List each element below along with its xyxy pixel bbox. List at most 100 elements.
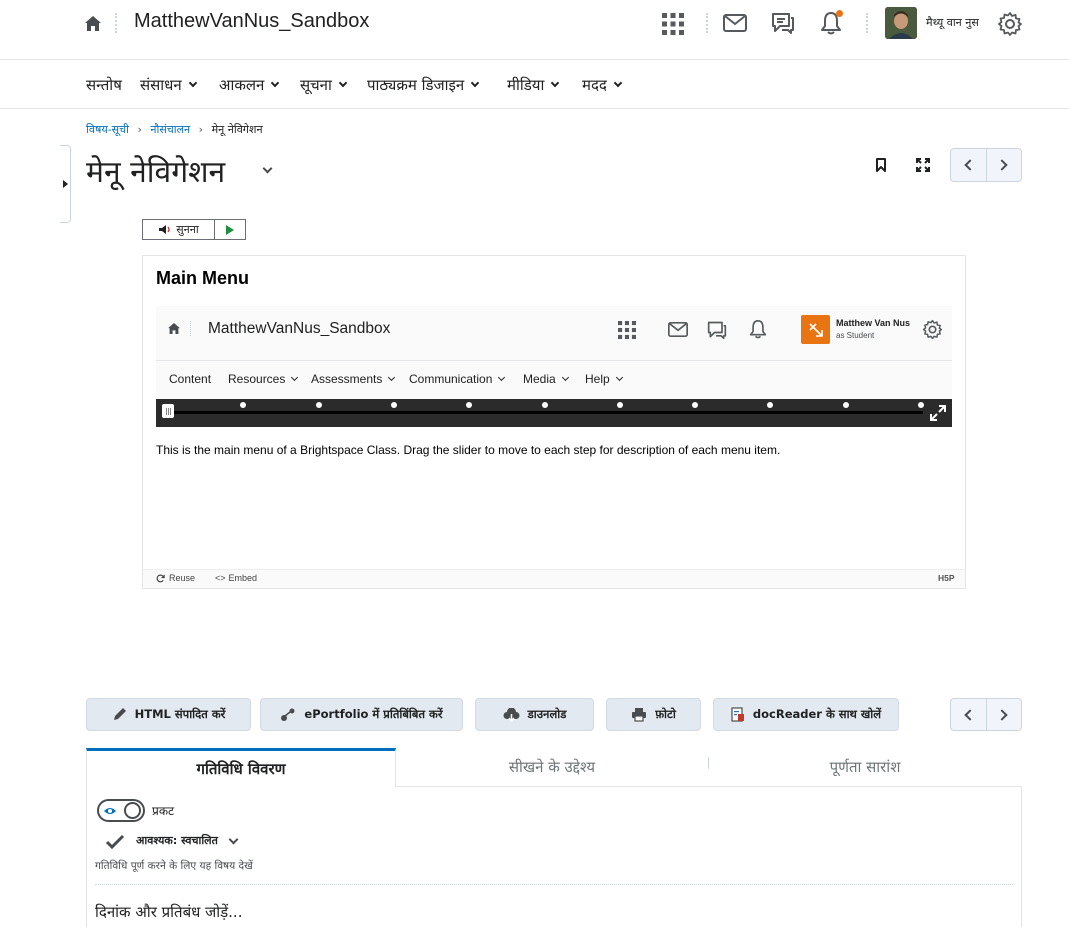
chevron-left-icon: [964, 708, 976, 721]
fullscreen-icon[interactable]: [913, 155, 933, 175]
reuse-button[interactable]: Reuse: [156, 573, 195, 583]
nav-label: मदद: [582, 76, 607, 94]
docreader-icon: [731, 707, 744, 722]
tab-label: गतिविधि विवरण: [196, 760, 286, 778]
h5p-description: This is the main menu of a Brightspace C…: [156, 443, 781, 457]
bell-icon[interactable]: [818, 10, 844, 36]
add-dates-restrictions-link[interactable]: दिनांक और प्रतिबंध जोड़ें...: [95, 902, 242, 922]
tab-learning-objectives[interactable]: सीखने के उद्देश्य: [396, 748, 708, 786]
divider: [115, 13, 117, 33]
inner-nav-label: Help: [585, 372, 610, 386]
nav-label: सन्तोष: [86, 76, 122, 94]
inner-nav-resources: Resources: [228, 372, 299, 386]
chevron-down-icon: [388, 373, 396, 382]
mail-icon[interactable]: [722, 12, 748, 34]
tab-activity-details[interactable]: गतिविधि विवरण: [86, 748, 396, 787]
side-panel-toggle[interactable]: [60, 145, 71, 223]
nav-item-help[interactable]: मदद: [582, 75, 623, 95]
slider-step-dot[interactable]: [541, 402, 548, 408]
course-nav-bar: सन्तोष संसाधन आकलन सूचना पाठ्यक्रम डिजाइ…: [0, 60, 1069, 109]
gear-icon[interactable]: [996, 10, 1024, 38]
title-menu-chevron-icon[interactable]: [262, 163, 274, 175]
embed-button[interactable]: <> Embed: [215, 573, 257, 583]
tab-label: पूर्णता सारांश: [829, 758, 901, 776]
nav-item-assessments[interactable]: आकलन: [219, 75, 280, 95]
checkmark-icon: [104, 833, 126, 851]
completion-requirement-dropdown[interactable]: आवश्यक: स्वचालित: [136, 833, 239, 848]
user-name[interactable]: मैथ्यू वान नुस: [926, 15, 979, 30]
breadcrumb-link[interactable]: नौसंचालन: [150, 123, 190, 136]
reflect-eportfolio-label: ePortfolio में प्रतिबिंबित करें: [304, 707, 443, 721]
nav-item-communication[interactable]: सूचना: [300, 75, 348, 95]
nav-item-media[interactable]: मीडिया: [507, 75, 560, 95]
h5p-logo[interactable]: H5P: [938, 573, 955, 583]
chevron-down-icon: [271, 78, 280, 88]
apps-grid-icon: [617, 320, 637, 340]
breadcrumb-separator: ›: [137, 123, 142, 136]
chevron-right-icon: [996, 159, 1008, 171]
slider-step-dot[interactable]: [390, 402, 397, 408]
step-slider[interactable]: [156, 399, 952, 427]
slider-step-dot[interactable]: [315, 402, 322, 408]
inner-nav-assessments: Assessments: [311, 372, 396, 386]
open-docreader-button[interactable]: docReader के साथ खोलें: [713, 698, 899, 731]
printer-icon: [632, 708, 647, 722]
chat-icon[interactable]: [770, 10, 796, 36]
nav-label: मीडिया: [507, 76, 545, 94]
chevron-left-icon: [964, 159, 976, 171]
visibility-label: प्रकट: [152, 804, 175, 818]
embed-label: Embed: [228, 573, 258, 583]
slider-handle[interactable]: [162, 404, 174, 418]
previous-topic-button[interactable]: [951, 699, 986, 730]
speaker-icon: [159, 225, 170, 234]
inner-nav-communication: Communication: [409, 372, 506, 386]
play-button[interactable]: [215, 220, 245, 239]
slider-step-dot[interactable]: [918, 402, 924, 408]
nav-item-course-design[interactable]: पाठ्यक्रम डिजाइन: [367, 75, 480, 95]
nav-item-resources[interactable]: संसाधन: [140, 75, 197, 95]
print-label: फ़ोटो: [655, 707, 676, 721]
chevron-down-icon: [188, 78, 197, 88]
slider-step-dot[interactable]: [842, 402, 849, 408]
code-icon: <>: [215, 573, 226, 583]
eye-icon: [104, 808, 116, 814]
inner-nav-label: Resources: [228, 372, 286, 386]
apps-grid-icon[interactable]: [661, 12, 685, 36]
listen-button[interactable]: सुनना: [143, 220, 215, 239]
print-button[interactable]: फ़ोटो: [606, 698, 701, 731]
chevron-down-icon: [291, 373, 299, 382]
avatar[interactable]: [885, 7, 917, 39]
download-button[interactable]: डाउनलोड: [475, 698, 594, 731]
visibility-toggle[interactable]: [97, 799, 145, 822]
breadcrumb-link[interactable]: विषय-सूची: [86, 123, 129, 136]
tab-completion-summary[interactable]: पूर्णता सारांश: [709, 748, 1021, 786]
reflect-eportfolio-button[interactable]: ePortfolio में प्रतिबिंबित करें: [260, 698, 463, 731]
listen-label: सुनना: [176, 223, 199, 236]
chevron-down-icon: [551, 78, 560, 88]
nav-label: संसाधन: [140, 76, 182, 94]
slider-track: [168, 411, 923, 414]
completion-hint: गतिविधि पूर्ण करने के लिए यह विषय देखें: [95, 860, 253, 872]
next-topic-button[interactable]: [985, 149, 1022, 181]
expand-icon[interactable]: [928, 403, 948, 423]
inner-nav-content: Content: [169, 372, 211, 386]
edit-html-button[interactable]: HTML संपादित करें: [86, 698, 251, 731]
course-title[interactable]: MatthewVanNus_Sandbox: [134, 10, 369, 33]
nav-label: आकलन: [219, 76, 265, 94]
next-topic-button[interactable]: [985, 699, 1022, 730]
nav-label: पाठ्यक्रम डिजाइन: [367, 76, 465, 94]
previous-topic-button[interactable]: [951, 149, 986, 181]
divider: [190, 321, 191, 336]
chevron-right-icon: [996, 708, 1008, 721]
chevron-down-icon: [338, 78, 348, 88]
mail-icon: [667, 321, 689, 338]
toggle-knob: [124, 802, 141, 819]
slider-step-dot[interactable]: [616, 402, 623, 408]
eportfolio-icon: [281, 708, 295, 721]
h5p-heading: Main Menu: [156, 268, 249, 288]
breadcrumb-separator: ›: [198, 123, 204, 136]
nav-item-santosh[interactable]: सन्तोष: [86, 75, 122, 95]
bookmark-icon[interactable]: [872, 155, 890, 175]
home-icon[interactable]: [84, 14, 102, 32]
chevron-down-icon: [498, 373, 506, 382]
